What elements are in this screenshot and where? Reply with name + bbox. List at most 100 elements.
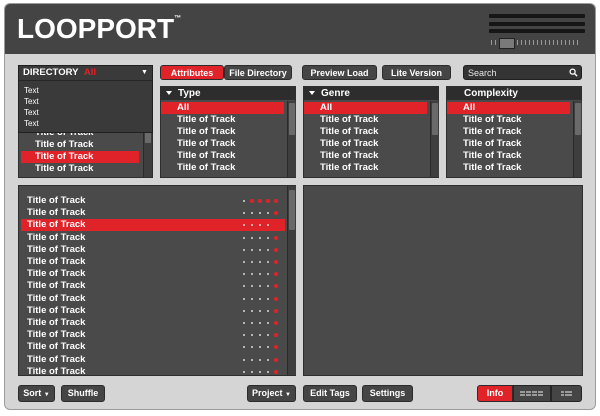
rating-star-empty[interactable] xyxy=(259,273,261,276)
search-icon[interactable] xyxy=(569,68,578,77)
rating-star-empty[interactable] xyxy=(259,212,261,215)
rating-star-empty[interactable] xyxy=(259,334,261,337)
rating-star-empty[interactable] xyxy=(259,248,261,251)
rating-star-empty[interactable] xyxy=(251,285,253,288)
rating-star-empty[interactable] xyxy=(267,273,269,276)
rating-star-empty[interactable] xyxy=(251,212,253,215)
filter-item[interactable]: Title of Track xyxy=(304,114,378,126)
rating-star-filled[interactable] xyxy=(274,308,278,313)
track-row[interactable]: Title of Track xyxy=(21,317,285,329)
scrollbar[interactable] xyxy=(573,101,582,177)
track-row[interactable]: Title of Track xyxy=(21,329,285,341)
type-header[interactable]: Type xyxy=(161,87,295,100)
directory-option[interactable]: Text xyxy=(24,96,39,107)
rating-star-empty[interactable] xyxy=(251,322,253,324)
rating-star-filled[interactable] xyxy=(274,235,278,240)
directory-option[interactable]: Text xyxy=(24,118,39,129)
complexity-header[interactable]: Complexity xyxy=(447,87,581,100)
track-row[interactable]: Title of Track xyxy=(21,280,285,292)
track-row[interactable]: Title of Track xyxy=(21,207,285,219)
rating-star-empty[interactable] xyxy=(267,212,269,215)
rating-star-empty[interactable] xyxy=(259,224,261,227)
rating-star-empty[interactable] xyxy=(267,285,269,288)
filter-item[interactable]: Title of Track xyxy=(447,114,521,126)
track-row[interactable]: Title of Track xyxy=(21,366,285,378)
rating-star-empty[interactable] xyxy=(243,322,245,324)
rating-star-filled[interactable] xyxy=(274,223,278,228)
filter-all[interactable]: All xyxy=(161,102,284,114)
rating-star-empty[interactable] xyxy=(267,224,269,227)
rating-star-filled[interactable] xyxy=(274,357,278,362)
genre-header[interactable]: Genre xyxy=(304,87,438,100)
rating-star-empty[interactable] xyxy=(243,224,245,227)
track-row[interactable]: Title of Track xyxy=(21,268,285,280)
rating-star-empty[interactable] xyxy=(251,273,253,276)
filter-all[interactable]: All xyxy=(447,102,570,114)
filter-item[interactable]: Title of Track xyxy=(304,162,378,174)
filter-item[interactable]: Title of Track xyxy=(304,150,378,162)
rating-star-empty[interactable] xyxy=(259,285,261,288)
filter-item[interactable]: Title of Track xyxy=(304,126,378,138)
filter-item[interactable]: Title of Track xyxy=(161,114,235,126)
rating-star-empty[interactable] xyxy=(267,358,269,361)
attributes-tab[interactable]: Attributes xyxy=(160,65,224,80)
filter-item[interactable]: Title of Track xyxy=(447,162,521,174)
scrollbar[interactable] xyxy=(430,101,439,177)
rating-star-empty[interactable] xyxy=(267,261,269,263)
rating-star-empty[interactable] xyxy=(267,248,269,251)
rating-star-empty[interactable] xyxy=(251,261,253,263)
rating-star-empty[interactable] xyxy=(259,322,261,324)
search-input[interactable] xyxy=(468,66,563,79)
track-row[interactable]: Title of Track xyxy=(21,256,285,268)
rating-star-empty[interactable] xyxy=(267,370,269,373)
info-view-button[interactable]: Info xyxy=(477,385,513,402)
track-row[interactable]: Title of Track xyxy=(21,244,285,256)
track-row[interactable]: Title of Track xyxy=(21,195,285,207)
rating-star-empty[interactable] xyxy=(251,334,253,337)
rating-star-filled[interactable] xyxy=(274,369,278,374)
track-row[interactable]: Title of Track xyxy=(21,341,285,353)
filter-item[interactable]: Title of Track xyxy=(161,126,235,138)
rating-star-filled[interactable] xyxy=(274,333,278,338)
rating-star-empty[interactable] xyxy=(267,322,269,324)
rating-star-filled[interactable] xyxy=(274,211,278,216)
rating-star-filled[interactable] xyxy=(274,247,278,252)
rating-star-filled[interactable] xyxy=(274,199,278,203)
filter-item[interactable]: Title of Track xyxy=(304,138,378,150)
track-row[interactable]: Title of Track xyxy=(21,232,285,244)
sort-button[interactable]: Sort ▼ xyxy=(18,385,55,402)
rating-star-empty[interactable] xyxy=(259,358,261,361)
list-item-selected[interactable]: Title of Track xyxy=(21,151,139,163)
rating-star-empty[interactable] xyxy=(243,261,245,263)
rating-star-filled[interactable] xyxy=(274,260,278,264)
rating-star-filled[interactable] xyxy=(258,199,262,203)
rating-star-empty[interactable] xyxy=(259,297,261,300)
rating-star-empty[interactable] xyxy=(251,236,253,239)
rating-star-empty[interactable] xyxy=(243,309,245,312)
rating-star-empty[interactable] xyxy=(243,248,245,251)
filter-all[interactable]: All xyxy=(304,102,427,114)
rating-star-empty[interactable] xyxy=(259,346,261,349)
rating-star-empty[interactable] xyxy=(267,236,269,239)
settings-button[interactable]: Settings xyxy=(362,385,413,402)
rating-star-empty[interactable] xyxy=(243,285,245,288)
directory-option[interactable]: Text xyxy=(24,85,39,96)
volume-slider-handle[interactable] xyxy=(499,38,515,49)
rating-star-empty[interactable] xyxy=(267,309,269,312)
rating-star-empty[interactable] xyxy=(259,370,261,373)
project-button[interactable]: Project ▼ xyxy=(247,385,296,402)
rating-star-empty[interactable] xyxy=(243,236,245,239)
rating-star-empty[interactable] xyxy=(243,297,245,300)
directory-option[interactable]: Text xyxy=(24,107,39,118)
rating-star-filled[interactable] xyxy=(274,284,278,289)
rating-star-empty[interactable] xyxy=(251,309,253,312)
rating-star-empty[interactable] xyxy=(251,224,253,227)
scrollbar[interactable] xyxy=(287,186,296,375)
track-row-selected[interactable]: Title of Track xyxy=(21,219,285,232)
grid-view-button[interactable] xyxy=(513,385,551,402)
rating-star-empty[interactable] xyxy=(267,297,269,300)
rating-star-filled[interactable] xyxy=(274,321,278,325)
rating-star-empty[interactable] xyxy=(267,334,269,337)
rating-star-empty[interactable] xyxy=(251,297,253,300)
filter-item[interactable]: Title of Track xyxy=(447,150,521,162)
